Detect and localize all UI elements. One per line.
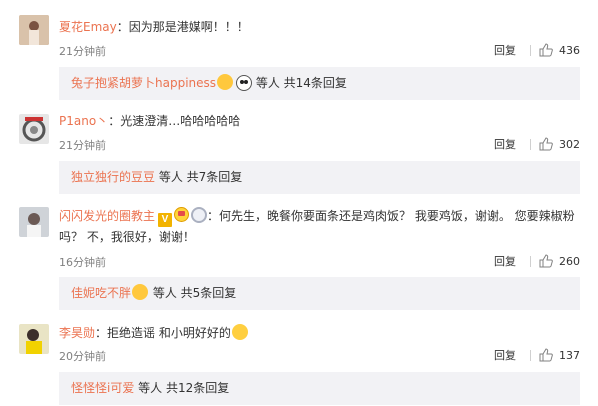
comment-actions: 回复 436	[494, 42, 580, 58]
crown-badge-icon	[174, 207, 190, 222]
avatar[interactable]	[19, 324, 49, 354]
ring-badge-icon	[191, 207, 208, 223]
like-count: 436	[559, 43, 580, 57]
like-count: 302	[559, 137, 580, 151]
comment-text: 闪闪发光的圈教主 V ：何先生，晚餐你要面条还是鸡肉饭？ 我要鸡饭，谢谢。 您要辣椒…	[59, 206, 580, 248]
comment-text: 李昊勋：拒绝造谣 和小明好好的	[59, 323, 580, 344]
heart-eyes-emoji	[132, 284, 149, 300]
divider	[530, 255, 531, 267]
divider	[530, 349, 531, 361]
comment-actions: 回复 137	[494, 347, 580, 363]
sub-reply-summary: 等人 共5条回复	[149, 286, 237, 300]
thumbs-up-icon	[539, 254, 553, 268]
avatar-image	[19, 114, 49, 144]
v-badge-icon: V	[158, 213, 173, 227]
avatar[interactable]	[19, 114, 49, 144]
thumbs-up-icon	[539, 137, 553, 151]
comment-username[interactable]: 夏花Emay	[59, 20, 117, 34]
reply-button[interactable]: 回复	[494, 253, 516, 269]
comment-time: 16分钟前	[59, 256, 106, 269]
comment-body: ：何先生，晚餐你要面条还是鸡肉饭？ 我要鸡饭，谢谢。 您要辣椒粉	[207, 209, 575, 223]
like-button[interactable]: 137	[539, 348, 580, 362]
comment-actions: 回复 302	[494, 136, 580, 152]
sub-replies-box[interactable]: 独立独行的豆豆 等人 共7条回复	[59, 161, 580, 194]
sub-reply-summary: 等人 共12条回复	[134, 381, 230, 395]
comment-text: 夏花Emay：因为那是港媒啊！！！	[59, 17, 580, 38]
avatar[interactable]	[19, 207, 49, 237]
avatar[interactable]	[19, 15, 49, 45]
sub-replies-box[interactable]: 怪怪怪i可爱 等人 共12条回复	[59, 372, 580, 405]
avatar-image	[19, 15, 49, 45]
thumbs-up-icon	[539, 43, 553, 57]
panda-emoji	[236, 75, 253, 91]
comment-username[interactable]: 闪闪发光的圈教主	[59, 209, 155, 223]
comment-username[interactable]: P1ano丶	[59, 114, 108, 128]
sub-reply-user[interactable]: 怪怪怪i可爱	[71, 381, 134, 395]
comment-text: P1ano丶：光速澄清…哈哈哈哈哈	[59, 111, 580, 132]
avatar-image	[19, 324, 49, 354]
like-button[interactable]: 436	[539, 43, 580, 57]
divider	[530, 44, 531, 56]
sub-replies-box[interactable]: 佳妮吃不胖 等人 共5条回复	[59, 277, 580, 310]
comment-time: 20分钟前	[59, 350, 106, 363]
comment-time: 21分钟前	[59, 139, 106, 152]
comment-body: ：拒绝造谣 和小明好好的	[95, 326, 231, 340]
reply-button[interactable]: 回复	[494, 42, 516, 58]
comment-actions: 回复 260	[494, 253, 580, 269]
sub-reply-user[interactable]: 兔子抱紧胡萝卜happiness	[71, 76, 216, 90]
comment-username[interactable]: 李昊勋	[59, 326, 95, 340]
comment-body: ：光速澄清…哈哈哈哈哈	[108, 114, 241, 128]
sub-reply-user[interactable]: 佳妮吃不胖	[71, 286, 131, 300]
like-count: 137	[559, 348, 580, 362]
like-button[interactable]: 302	[539, 137, 580, 151]
sub-reply-summary: 等人 共14条回复	[252, 76, 347, 90]
sub-reply-summary: 等人 共7条回复	[155, 170, 243, 184]
like-count: 260	[559, 254, 580, 268]
heart-eyes-emoji	[217, 74, 234, 90]
sub-replies-box[interactable]: 兔子抱紧胡萝卜happiness 等人 共14条回复	[59, 67, 580, 100]
avatar-image	[19, 207, 49, 237]
comment-time: 21分钟前	[59, 45, 106, 58]
divider	[530, 138, 531, 150]
reply-button[interactable]: 回复	[494, 347, 516, 363]
comment-body: ：因为那是港媒啊！！！	[116, 20, 249, 34]
sub-reply-user[interactable]: 独立独行的豆豆	[71, 170, 155, 184]
reply-button[interactable]: 回复	[494, 136, 516, 152]
smile-emoji	[231, 324, 248, 340]
thumbs-up-icon	[539, 348, 553, 362]
like-button[interactable]: 260	[539, 254, 580, 268]
comment-body-continued: 吗？ 不，我很好，谢谢！	[59, 230, 195, 244]
